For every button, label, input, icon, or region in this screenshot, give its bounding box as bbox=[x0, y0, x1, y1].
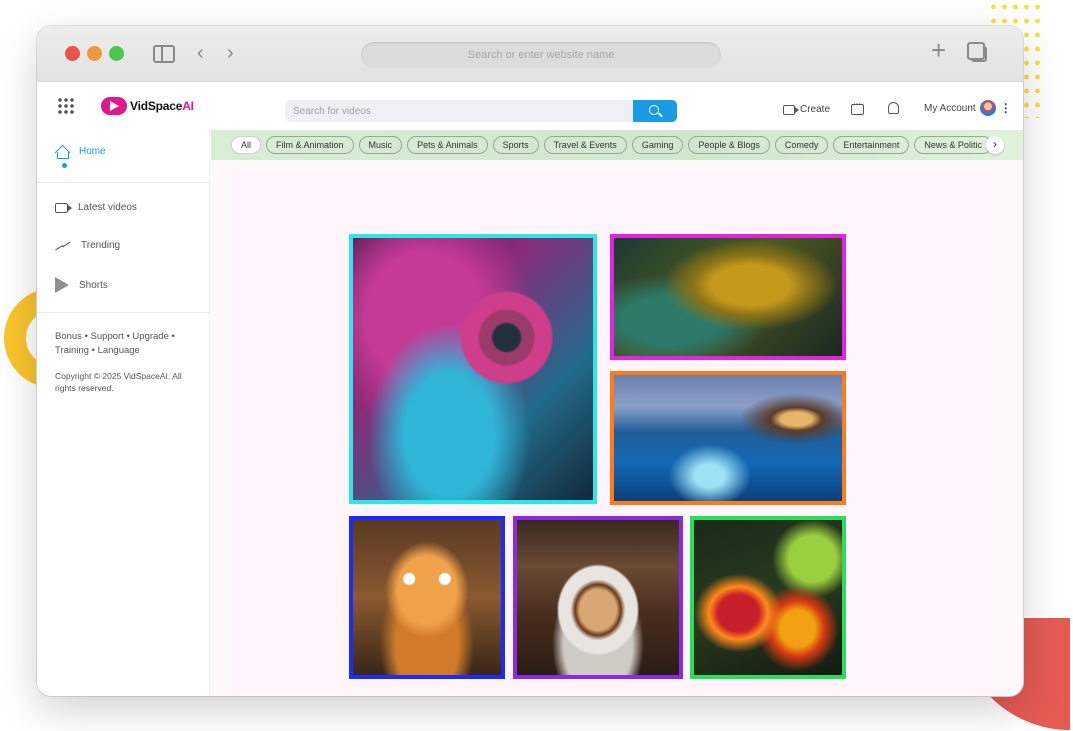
video-thumbnail-autumn-leaves[interactable] bbox=[690, 516, 846, 679]
home-icon bbox=[55, 144, 69, 159]
browser-window: ‹ › Search or enter website name + VidSp… bbox=[37, 26, 1023, 696]
apps-grid-icon[interactable] bbox=[57, 97, 75, 115]
sidebar-item-shorts[interactable]: Shorts bbox=[55, 277, 108, 293]
account-label: My Account bbox=[924, 102, 976, 114]
category-bar: All Film & Animation Music Pets & Animal… bbox=[211, 130, 1023, 160]
sidebar-divider bbox=[37, 182, 210, 183]
sidebar-item-latest-videos[interactable]: Latest videos bbox=[55, 202, 137, 213]
sidebar-item-label: Home bbox=[79, 145, 106, 157]
avatar[interactable] bbox=[979, 100, 996, 116]
video-thumbnail-leaf[interactable] bbox=[610, 234, 846, 360]
messages-icon[interactable] bbox=[851, 99, 864, 115]
notification-bell-icon[interactable] bbox=[888, 102, 899, 114]
category-chip[interactable]: Film & Animation bbox=[266, 136, 354, 154]
back-arrow-icon[interactable]: ‹ bbox=[197, 41, 204, 65]
category-chip[interactable]: Entertainment bbox=[833, 136, 910, 154]
logo-ai-text: AI bbox=[182, 99, 194, 113]
tab-overview-icon[interactable] bbox=[967, 42, 987, 62]
vidspace-logo[interactable]: VidSpaceAI bbox=[101, 95, 194, 117]
category-chip[interactable]: Music bbox=[358, 136, 403, 154]
video-thumbnail-chameleon[interactable] bbox=[349, 234, 597, 504]
shorts-play-icon bbox=[55, 277, 69, 293]
close-window-button[interactable] bbox=[65, 46, 80, 61]
maximize-window-button[interactable] bbox=[109, 46, 124, 61]
sidebar-divider bbox=[37, 312, 210, 313]
video-thumbnail-overwater-walkway[interactable] bbox=[610, 371, 846, 505]
more-options-icon[interactable]: ⋮ bbox=[1000, 101, 1012, 115]
minimize-window-button[interactable] bbox=[87, 46, 102, 61]
category-chip[interactable]: Sports bbox=[492, 136, 539, 154]
category-chip[interactable]: News & Politic bbox=[914, 136, 992, 154]
footer-links-line[interactable]: Bonus • Support • Upgrade • bbox=[55, 330, 195, 344]
active-indicator-dot bbox=[62, 163, 67, 168]
logo-main-text: VidSpace bbox=[130, 99, 183, 113]
category-chip[interactable]: Gaming bbox=[631, 136, 684, 154]
sidebar-item-label: Shorts bbox=[79, 279, 108, 291]
create-label: Create bbox=[800, 104, 831, 115]
video-search bbox=[285, 100, 677, 122]
new-tab-plus-icon[interactable]: + bbox=[931, 37, 946, 63]
search-button[interactable] bbox=[633, 100, 677, 122]
footer-links[interactable]: Bonus • Support • Upgrade • Training • L… bbox=[55, 330, 195, 358]
main-content: All Film & Animation Music Pets & Animal… bbox=[211, 130, 1023, 696]
create-button[interactable]: Create bbox=[783, 104, 830, 115]
video-camera-icon bbox=[783, 104, 799, 115]
search-input[interactable] bbox=[285, 100, 633, 122]
video-camera-icon bbox=[55, 202, 72, 213]
trending-icon bbox=[55, 241, 71, 251]
sidebar-item-label: Latest videos bbox=[78, 202, 137, 213]
sidebar: Home Latest videos Trending Shorts Bonus… bbox=[37, 130, 210, 696]
sidebar-item-trending[interactable]: Trending bbox=[55, 240, 120, 251]
category-chip[interactable]: Comedy bbox=[774, 136, 829, 154]
category-chip[interactable]: People & Blogs bbox=[688, 136, 770, 154]
forward-arrow-icon[interactable]: › bbox=[227, 41, 234, 65]
category-chip-all[interactable]: All bbox=[231, 136, 262, 154]
logo-text: VidSpaceAI bbox=[130, 99, 194, 113]
app-header: VidSpaceAI Create My Account ⋮ bbox=[37, 82, 1023, 130]
address-bar-placeholder: Search or enter website name bbox=[467, 49, 615, 61]
video-thumbnail-kitten[interactable] bbox=[349, 516, 505, 679]
chevron-right-icon[interactable]: › bbox=[986, 136, 1004, 154]
video-thumbnail-coffee-cup[interactable] bbox=[513, 516, 683, 679]
sidebar-item-home[interactable]: Home bbox=[55, 144, 106, 159]
category-chips: All Film & Animation Music Pets & Animal… bbox=[231, 136, 992, 154]
category-chip[interactable]: Pets & Animals bbox=[407, 136, 488, 154]
category-chip[interactable]: Travel & Events bbox=[543, 136, 627, 154]
copyright-text: Copyright © 2025 VidSpaceAI. All rights … bbox=[55, 371, 182, 393]
sidebar-item-label: Trending bbox=[81, 240, 121, 251]
play-logo-icon bbox=[101, 97, 127, 115]
sidebar-toggle-icon[interactable] bbox=[153, 45, 175, 63]
browser-toolbar: ‹ › Search or enter website name + bbox=[37, 26, 1023, 82]
address-bar[interactable]: Search or enter website name bbox=[361, 42, 721, 68]
account-menu[interactable]: My Account ⋮ bbox=[924, 100, 1012, 116]
footer-links-line[interactable]: Training • Language bbox=[55, 344, 195, 358]
